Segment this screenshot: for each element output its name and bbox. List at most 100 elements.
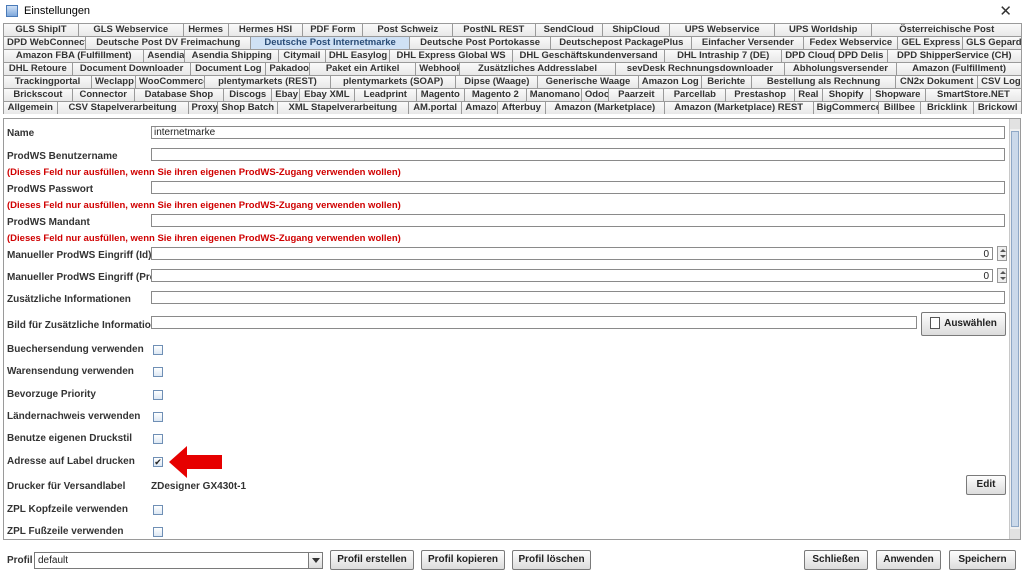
tab-document-log[interactable]: Document Log: [190, 62, 267, 75]
tab-hermes[interactable]: Hermes: [182, 23, 229, 36]
tab-database-shop[interactable]: Database Shop: [133, 88, 225, 101]
delete-profile-button[interactable]: Profil löschen: [512, 550, 591, 570]
tab-shopware[interactable]: Shopware: [869, 88, 926, 101]
tab-österreichische-post[interactable]: Österreichische Post: [871, 23, 1023, 36]
save-button[interactable]: Speichern: [949, 550, 1016, 570]
image-input[interactable]: [151, 316, 917, 329]
extra-info-input[interactable]: [151, 291, 1005, 304]
tab-deutsche-post-internetmarke[interactable]: Deutsche Post Internetmarke: [250, 36, 410, 49]
tab-asendia[interactable]: Asendia: [143, 49, 186, 62]
tab-real[interactable]: Real: [794, 88, 823, 101]
tab-amazon[interactable]: Amazon: [461, 101, 499, 114]
name-input[interactable]: internetmarke: [151, 126, 1005, 139]
edit-printer-button[interactable]: Edit: [966, 475, 1006, 495]
option-checkbox[interactable]: [153, 411, 163, 422]
mandant-input[interactable]: [151, 214, 1005, 227]
tab-xml-stapelverarbeitung[interactable]: XML Stapelverarbeitung: [276, 101, 409, 114]
tab-amazon-fulfillment[interactable]: Amazon (Fulfillment): [896, 62, 1023, 75]
option-checkbox[interactable]: ✔: [153, 456, 163, 467]
tab-magento-2[interactable]: Magento 2: [463, 88, 527, 101]
tab-paket-ein-artikel[interactable]: Paket ein Artikel: [309, 62, 417, 75]
tab-deutsche-post-dv-freimachung[interactable]: Deutsche Post DV Freimachung: [85, 36, 252, 49]
tab-sendcloud[interactable]: SendCloud: [534, 23, 603, 36]
tab-deutschepost-packageplus[interactable]: Deutschepost PackagePlus: [550, 36, 693, 49]
tab-gls-webservice[interactable]: GLS Webservice: [77, 23, 184, 36]
choose-file-button[interactable]: Auswählen: [921, 312, 1006, 336]
tab-ups-worldship[interactable]: UPS Worldship: [774, 23, 873, 36]
tab-afterbuy[interactable]: Afterbuy: [497, 101, 546, 114]
tab-gel-express[interactable]: GEL Express: [897, 36, 964, 49]
tab-dpd-delis[interactable]: DPD Delis: [833, 49, 888, 62]
tab-generische-waage[interactable]: Generische Waage: [537, 75, 639, 88]
option-checkbox[interactable]: [153, 434, 163, 445]
tab-amazon-fba-fulfillment[interactable]: Amazon FBA (Fulfillment): [3, 49, 145, 62]
scroll-thumb[interactable]: [1011, 131, 1019, 527]
tab-bestellung-als-rechnung[interactable]: Bestellung als Rechnung: [750, 75, 897, 88]
zpl-footer-checkbox[interactable]: [153, 527, 163, 537]
tab-woocommerce[interactable]: WooCommerce: [134, 75, 206, 88]
tab-brickowl[interactable]: Brickowl: [973, 101, 1022, 114]
tab-dhl-easylog[interactable]: DHL Easylog: [324, 49, 391, 62]
tab-shop-batch[interactable]: Shop Batch: [217, 101, 278, 114]
profile-select[interactable]: default: [34, 552, 323, 569]
tab-cn2x-dokument[interactable]: CN2x Dokument: [895, 75, 979, 88]
tab-billbee[interactable]: Billbee: [878, 101, 921, 114]
tab-plentymarkets-soap[interactable]: plentymarkets (SOAP): [329, 75, 457, 88]
tab-dhl-express-global-ws[interactable]: DHL Express Global WS: [389, 49, 514, 62]
password-input[interactable]: [151, 181, 1005, 194]
tab-amazon-marketplace[interactable]: Amazon (Marketplace): [544, 101, 665, 114]
tab-document-downloader[interactable]: Document Downloader: [71, 62, 192, 75]
copy-profile-button[interactable]: Profil kopieren: [421, 550, 505, 570]
tab-bricklink[interactable]: Bricklink: [919, 101, 975, 114]
scroll-up-icon[interactable]: [1010, 119, 1020, 129]
tab-leadprint[interactable]: Leadprint: [353, 88, 417, 101]
scroll-down-icon[interactable]: [1010, 529, 1020, 539]
tab-ebay-xml[interactable]: Ebay XML: [298, 88, 355, 101]
tab-magento[interactable]: Magento: [415, 88, 465, 101]
tab-dpd-webconnect[interactable]: DPD WebConnect: [3, 36, 87, 49]
close-icon[interactable]: ✕: [999, 2, 1012, 20]
zpl-header-checkbox[interactable]: [153, 505, 163, 515]
tab-am-portal[interactable]: AM.portal: [407, 101, 463, 114]
tab-gls-shipit[interactable]: GLS ShipIT: [3, 23, 79, 36]
tab-pakadoo[interactable]: Pakadoo: [265, 62, 311, 75]
tab-post-schweiz[interactable]: Post Schweiz: [362, 23, 454, 36]
tab-brickscout[interactable]: Brickscout: [3, 88, 73, 101]
tab-plentymarkets-rest[interactable]: plentymarkets (REST): [204, 75, 331, 88]
tab-ups-webservice[interactable]: UPS Webservice: [669, 23, 776, 36]
tab-deutsche-post-portokasse[interactable]: Deutsche Post Portokasse: [409, 36, 552, 49]
tab-smartstore-net[interactable]: SmartStore.NET: [924, 88, 1023, 101]
tab-dpd-shipperservice-ch[interactable]: DPD ShipperService (CH): [886, 49, 1023, 62]
tab-dipse-waage[interactable]: Dipse (Waage): [455, 75, 539, 88]
tab-pdf-form[interactable]: PDF Form: [302, 23, 364, 36]
tab-dhl-intraship-7-de[interactable]: DHL Intraship 7 (DE): [664, 49, 783, 62]
tab-shipcloud[interactable]: ShipCloud: [601, 23, 671, 36]
user-input[interactable]: [151, 148, 1005, 161]
close-button[interactable]: Schließen: [804, 550, 868, 570]
tab-zusätzliches-addresslabel[interactable]: Zusätzliches Addresslabel: [458, 62, 617, 75]
apply-button[interactable]: Anwenden: [876, 550, 941, 570]
tab-postnl-rest[interactable]: PostNL REST: [452, 23, 536, 36]
manual-price-spinner[interactable]: [997, 268, 1007, 283]
manual-id-spinner[interactable]: [997, 246, 1007, 261]
tab-gls-gepard[interactable]: GLS Gepard: [962, 36, 1022, 49]
tab-fedex-webservice[interactable]: Fedex Webservice: [803, 36, 899, 49]
manual-id-input[interactable]: 0: [151, 247, 993, 260]
tab-proxy[interactable]: Proxy: [187, 101, 219, 114]
tab-dhl-retoure[interactable]: DHL Retoure: [3, 62, 73, 75]
tab-discogs[interactable]: Discogs: [223, 88, 273, 101]
tab-einfacher-versender[interactable]: Einfacher Versender: [691, 36, 805, 49]
tab-csv-log[interactable]: CSV Log: [977, 75, 1023, 88]
tab-dhl-geschäftskundenversand[interactable]: DHL Geschäftskundenversand: [512, 49, 666, 62]
tab-paarzeit[interactable]: Paarzeit: [608, 88, 665, 101]
tab-hermes-hsi[interactable]: Hermes HSI: [227, 23, 304, 36]
tab-sevdesk-rechnungsdownloader[interactable]: sevDesk Rechnungsdownloader: [615, 62, 785, 75]
tab-connector[interactable]: Connector: [71, 88, 135, 101]
tab-csv-stapelverarbeitung[interactable]: CSV Stapelverarbeitung: [56, 101, 189, 114]
tab-trackingportal[interactable]: Trackingportal: [3, 75, 92, 88]
tab-citymail[interactable]: Citymail: [278, 49, 326, 62]
tab-weclapp[interactable]: Weclapp: [90, 75, 136, 88]
tab-manomano[interactable]: Manomano: [525, 88, 582, 101]
tab-ebay[interactable]: Ebay: [271, 88, 300, 101]
tab-shopify[interactable]: Shopify: [821, 88, 871, 101]
